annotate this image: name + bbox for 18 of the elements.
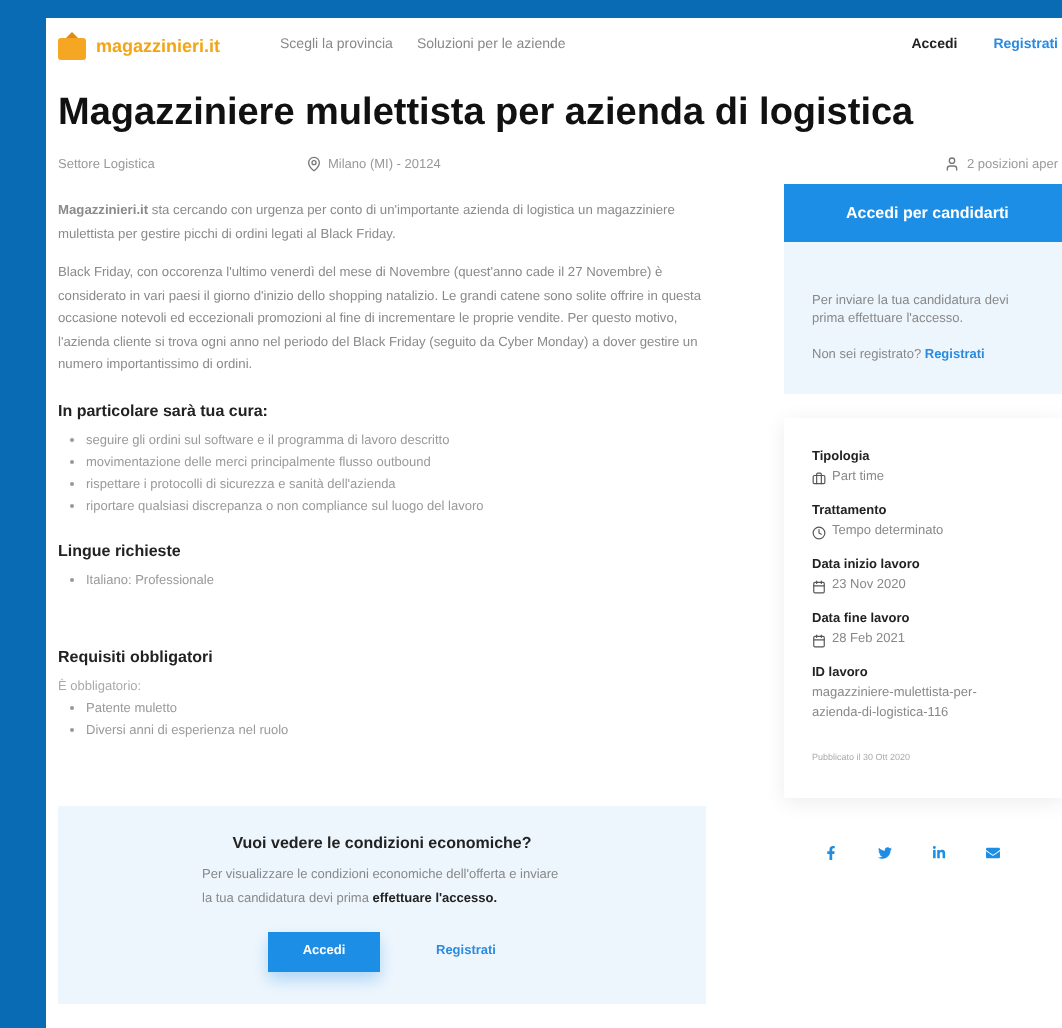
logo-text[interactable]: magazzinieri.it [96, 35, 221, 55]
linkedin-icon[interactable] [932, 846, 946, 860]
calendar-icon [812, 579, 826, 593]
calendar-icon [812, 633, 826, 647]
person-icon [944, 156, 961, 172]
section-heading: Lingue richieste [58, 541, 183, 559]
apply-button[interactable]: Accedi per candidarti [784, 184, 1062, 242]
section-heading: Requisiti obbligatori [58, 647, 215, 665]
conditions-title: Vuoi vedere le condizioni economiche? [232, 833, 532, 851]
job-title: Magazziniere mulettista per azienda di logistica [58, 92, 916, 136]
facebook-icon[interactable] [824, 846, 838, 860]
logo-icon [58, 31, 86, 59]
envelope-icon[interactable] [986, 846, 1000, 860]
briefcase-icon [812, 471, 826, 485]
section-heading: In particolare sarà tua cura: [58, 401, 270, 419]
location-pin-icon [306, 156, 322, 172]
bird-icon[interactable] [878, 846, 892, 860]
clock-icon [812, 525, 826, 539]
